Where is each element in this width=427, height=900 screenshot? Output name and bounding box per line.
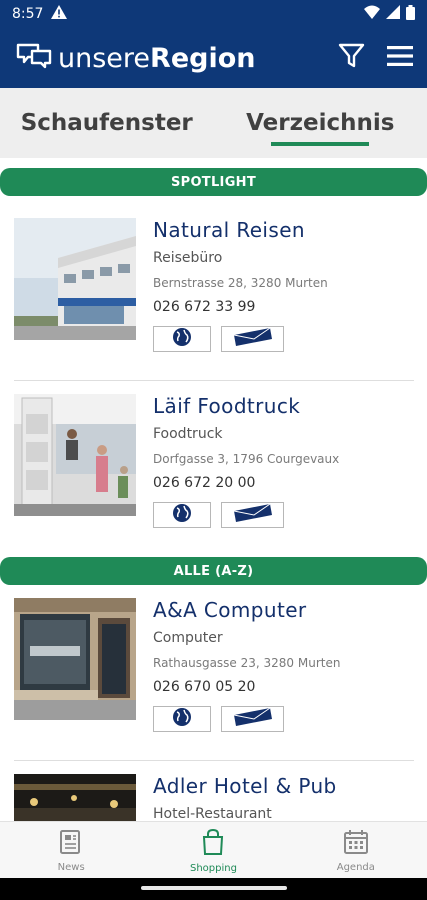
envelope-icon <box>232 327 274 351</box>
nav-news[interactable]: News <box>0 822 142 879</box>
status-time: 8:57 <box>12 6 44 22</box>
website-button[interactable] <box>153 706 211 732</box>
listing-category: Foodtruck <box>153 426 223 442</box>
envelope-icon <box>232 503 274 527</box>
listing-card[interactable]: A&A Computer Computer Rathausgasse 23, 3… <box>14 598 414 732</box>
listing-card[interactable]: Natural Reisen Reisebüro Bernstrasse 28,… <box>14 218 414 352</box>
battery-icon <box>406 4 415 24</box>
listing-phone[interactable]: 026 672 33 99 <box>153 299 413 315</box>
listing-category: Hotel-Restaurant <box>153 806 272 821</box>
home-gesture-handle[interactable] <box>140 886 287 890</box>
nav-label: News <box>57 861 85 873</box>
listing-name[interactable]: Natural Reisen <box>153 218 413 242</box>
section-title: ALLE (A-Z) <box>173 563 254 579</box>
shopping-bag-icon <box>200 828 226 859</box>
divider <box>14 760 414 761</box>
listing-address: Bernstrasse 28, 3280 Murten <box>153 276 328 290</box>
listing-phone[interactable]: 026 672 20 00 <box>153 475 413 491</box>
tab-label: Verzeichnis <box>246 110 395 136</box>
listing-photo <box>14 218 136 340</box>
globe-icon <box>172 327 192 351</box>
brand-text-light: unsere <box>58 42 151 74</box>
section-header-all: ALLE (A-Z) <box>0 557 427 585</box>
listing-photo <box>14 394 136 516</box>
brand-text-bold: Region <box>150 42 256 74</box>
listing-photo <box>14 598 136 720</box>
listing-address: Dorfgasse 3, 1796 Courgevaux <box>153 452 340 466</box>
email-button[interactable] <box>221 502 284 528</box>
website-button[interactable] <box>153 502 211 528</box>
globe-icon <box>172 503 192 527</box>
menu-icon[interactable] <box>387 45 413 71</box>
website-button[interactable] <box>153 326 211 352</box>
envelope-icon <box>232 707 274 731</box>
listing-address: Rathausgasse 23, 3280 Murten <box>153 656 341 670</box>
tab-schaufenster[interactable]: Schaufenster <box>0 88 214 158</box>
email-button[interactable] <box>221 706 284 732</box>
system-gesture-bar <box>0 878 427 900</box>
listing-name[interactable]: Adler Hotel & Pub <box>153 774 413 798</box>
bottom-navigation: News Shopping Agenda <box>0 821 427 879</box>
nav-shopping[interactable]: Shopping <box>142 822 284 879</box>
tab-bar: Schaufenster Verzeichnis <box>0 88 427 158</box>
status-bar: 8:57 <box>0 0 427 28</box>
globe-icon <box>172 707 192 731</box>
calendar-icon <box>343 829 369 858</box>
listing-card[interactable]: Adler Hotel & Pub Hotel-Restaurant <box>14 774 414 821</box>
brand-logo: unsereRegion <box>16 43 256 74</box>
nav-label: Shopping <box>190 862 237 874</box>
divider <box>14 380 414 381</box>
filter-icon[interactable] <box>338 43 365 73</box>
nav-label: Agenda <box>336 861 375 873</box>
listing-name[interactable]: Läif Foodtruck <box>153 394 413 418</box>
tab-label: Schaufenster <box>20 110 193 136</box>
chat-bubbles-icon <box>16 43 52 74</box>
listing-card[interactable]: Läif Foodtruck Foodtruck Dorfgasse 3, 17… <box>14 394 414 528</box>
listing-category: Computer <box>153 630 223 646</box>
warning-icon <box>51 5 68 23</box>
section-title: SPOTLIGHT <box>170 174 257 190</box>
wifi-icon <box>364 5 380 23</box>
nav-agenda[interactable]: Agenda <box>285 822 427 879</box>
listing-category: Reisebüro <box>153 250 223 266</box>
email-button[interactable] <box>221 326 284 352</box>
listing-name[interactable]: A&A Computer <box>153 598 413 622</box>
section-header-spotlight: SPOTLIGHT <box>0 168 427 196</box>
tab-verzeichnis[interactable]: Verzeichnis <box>214 88 427 158</box>
listing-phone[interactable]: 026 670 05 20 <box>153 679 413 695</box>
app-bar: unsereRegion <box>0 28 427 88</box>
listing-photo <box>14 774 136 821</box>
newspaper-icon <box>58 829 84 858</box>
signal-icon <box>386 5 400 23</box>
